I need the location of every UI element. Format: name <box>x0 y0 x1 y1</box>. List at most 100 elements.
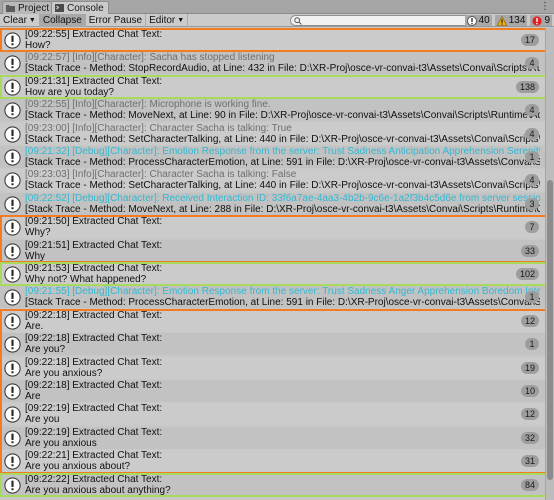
warning-filter-toggle[interactable]: 134 <box>494 15 528 26</box>
clear-button[interactable]: Clear ▼ <box>0 13 40 27</box>
log-entry[interactable]: [09:22:21] Extracted Chat Text: Are you a… <box>0 450 545 473</box>
tab-console[interactable]: Console <box>51 1 109 14</box>
info-message-icon <box>4 79 21 96</box>
collapse-count-badge: 1 <box>525 338 539 351</box>
info-message-icon <box>4 149 21 166</box>
collapse-count-badge: 3 <box>525 197 539 210</box>
tab-project-label: Project <box>18 2 50 14</box>
log-entry-header: [09:22:18] Extracted Chat Text: <box>25 380 163 391</box>
log-entry[interactable]: [09:23:00] [Info][Character]: Character … <box>0 122 545 145</box>
chevron-down-icon: ▼ <box>177 16 185 24</box>
log-entry-header: [09:21:32] [Debug][Character]: Emotion R… <box>25 146 540 157</box>
log-entry-message: How are you today? <box>25 86 114 98</box>
log-entry[interactable]: [09:22:57] [Info][Character]: Sacha has … <box>0 52 545 75</box>
error-pause-toggle[interactable]: Error Pause <box>86 13 147 27</box>
vertical-scrollbar[interactable] <box>545 28 554 500</box>
log-entry[interactable]: [09:22:18] Extracted Chat Text: Are. 12 <box>0 309 545 332</box>
info-message-icon <box>4 453 21 470</box>
collapse-count-badge: 19 <box>520 361 539 374</box>
log-entry[interactable]: [09:22:55] [Info][Character]: Microphone… <box>0 99 545 122</box>
info-message-icon <box>4 219 21 236</box>
scrollbar-thumb[interactable] <box>547 180 553 480</box>
info-message-icon <box>4 55 21 73</box>
log-entry-message: Are you? <box>25 344 66 356</box>
log-entry-header: [09:22:55] [Info][Character]: Microphone… <box>25 99 271 111</box>
clear-label: Clear <box>3 14 27 26</box>
log-filter-counts: 40 134 9 <box>464 14 552 27</box>
log-entry-message: [Stack Trace - Method: MoveNext, at Line… <box>25 203 540 215</box>
log-entry-header: [09:22:18] Extracted Chat Text: <box>25 309 163 321</box>
info-message-icon <box>4 125 21 143</box>
collapse-count-badge: 102 <box>515 268 539 280</box>
info-message-icon <box>4 359 21 377</box>
log-entry[interactable]: [09:22:55] Extracted Chat Text: How? 17 <box>0 29 545 51</box>
info-message-icon <box>4 266 21 283</box>
log-entry-header: [09:21:31] Extracted Chat Text: <box>25 75 163 87</box>
log-entry[interactable]: [09:21:55] [Debug][Character]: Emotion R… <box>0 286 545 309</box>
collapse-toggle[interactable]: Collapse <box>39 13 86 27</box>
log-entry-header: [09:21:55] [Debug][Character]: Emotion R… <box>25 286 540 298</box>
collapse-count-badge: 33 <box>520 244 539 257</box>
log-entry-header: [09:21:53] Extracted Chat Text: <box>25 263 163 274</box>
collapse-count-badge: 12 <box>520 314 539 327</box>
log-entry[interactable]: [09:22:19] Extracted Chat Text: Are you a… <box>0 426 545 449</box>
log-entry-header: [09:22:19] Extracted Chat Text: <box>25 403 163 415</box>
log-entry-header: [09:22:18] Extracted Chat Text: <box>25 356 163 368</box>
info-message-icon <box>4 406 21 424</box>
search-icon <box>294 16 302 25</box>
log-entry[interactable]: [09:22:22] Extracted Chat Text: Are you a… <box>0 473 545 496</box>
log-entry[interactable]: [09:22:52] [Debug][Character]: Received … <box>0 192 545 215</box>
editor-label: Editor <box>149 14 176 26</box>
info-message-icon <box>4 242 21 260</box>
info-message-icon <box>4 336 21 353</box>
collapse-count-badge: 12 <box>520 408 539 421</box>
collapse-count-badge: 84 <box>520 478 539 491</box>
collapse-count-badge: 1 <box>525 151 539 163</box>
tab-console-label: Console <box>67 2 104 14</box>
tab-bar: Project Console ⋮ <box>0 0 554 14</box>
collapse-count-badge: 4 <box>525 127 539 140</box>
log-entry-message: Why? <box>25 227 51 239</box>
info-message-icon <box>4 32 21 49</box>
editor-dropdown[interactable]: Editor ▼ <box>146 13 189 27</box>
log-entry[interactable]: [09:21:32] [Debug][Character]: Emotion R… <box>0 146 545 168</box>
log-entry-header: [09:21:50] Extracted Chat Text: <box>25 216 163 228</box>
log-entry-header: [09:23:03] [Info][Character]: Character … <box>25 169 297 181</box>
log-entry[interactable]: [09:23:03] [Info][Character]: Character … <box>0 169 545 192</box>
search-input[interactable] <box>290 15 473 26</box>
log-entry-message: Are you <box>25 414 60 426</box>
log-entry-message: [Stack Trace - Method: SetCharacterTalki… <box>25 180 540 192</box>
info-message-icon <box>4 476 21 494</box>
info-count: 40 <box>478 15 490 26</box>
log-entry-header: [09:22:52] [Debug][Character]: Received … <box>25 192 540 204</box>
error-icon <box>532 15 543 26</box>
log-entry[interactable]: [09:21:50] Extracted Chat Text: Why? 7 <box>0 216 545 239</box>
error-filter-toggle[interactable]: 9 <box>530 15 552 26</box>
info-message-icon <box>4 430 21 447</box>
log-entry-message: Why not? What happened? <box>25 274 147 285</box>
log-entry[interactable]: [09:21:31] Extracted Chat Text: How are y… <box>0 75 545 98</box>
info-message-icon <box>4 313 21 330</box>
log-entry-message: Are <box>25 391 41 402</box>
log-entry[interactable]: [09:22:19] Extracted Chat Text: Are you 12 <box>0 403 545 426</box>
info-filter-toggle[interactable]: 40 <box>464 15 492 26</box>
log-entry-header: [09:22:19] Extracted Chat Text: <box>25 426 163 438</box>
clear-dropdown-icon[interactable]: ▼ <box>29 17 36 24</box>
log-entry-message: [Stack Trace - Method: ProcessCharacterE… <box>25 297 540 309</box>
log-entry-header: [09:22:22] Extracted Chat Text: <box>25 473 163 485</box>
collapse-count-badge: 7 <box>525 221 539 234</box>
log-entry-message: Are. <box>25 320 44 332</box>
console-log-list[interactable]: [09:22:55] Extracted Chat Text: How? 17 [09… <box>0 28 545 500</box>
tab-menu-icon[interactable]: ⋮ <box>540 1 550 12</box>
collapse-count-badge: 32 <box>520 431 539 444</box>
log-entry[interactable]: [09:21:51] Extracted Chat Text: Why 33 <box>0 239 545 262</box>
tab-project[interactable]: Project <box>2 1 55 14</box>
log-entry-message: Are you anxious about anything? <box>25 484 171 496</box>
log-entry[interactable]: [09:22:18] Extracted Chat Text: Are 10 <box>0 380 545 402</box>
log-entry[interactable]: [09:21:53] Extracted Chat Text: Why not? … <box>0 263 545 285</box>
log-entry[interactable]: [09:22:18] Extracted Chat Text: Are you a… <box>0 356 545 379</box>
log-entry-message: [Stack Trace - Method: StopRecordAudio, … <box>25 63 540 75</box>
info-icon <box>466 15 477 26</box>
log-entry[interactable]: [09:22:18] Extracted Chat Text: Are you? 1 <box>0 333 545 356</box>
info-message-icon <box>4 172 21 190</box>
